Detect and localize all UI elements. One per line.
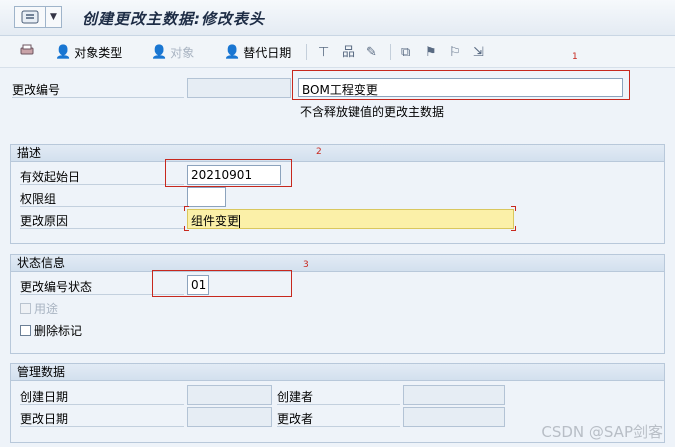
export-icon: ⇲	[473, 44, 484, 60]
created-by-field[interactable]	[403, 385, 505, 405]
flag-icon: ⚑	[425, 44, 437, 60]
usage-label: 用途	[34, 302, 59, 316]
highlight-frame-1	[292, 70, 630, 100]
object-type-label: 对象类型	[74, 45, 123, 60]
created-on-field[interactable]	[187, 385, 272, 405]
annotation-3: 3	[303, 260, 309, 270]
highlight-frame-2	[165, 159, 292, 187]
toolbar-separator	[306, 44, 307, 60]
description-group: 描述	[10, 144, 665, 244]
watermark-text: CSDN @SAP剑客	[541, 423, 663, 441]
label-underline	[12, 97, 184, 98]
annotation-2: 2	[316, 147, 322, 157]
required-marker	[184, 226, 189, 231]
menu-icon	[15, 7, 45, 27]
required-marker	[511, 226, 516, 231]
change-reason-field[interactable]: 组件变更	[187, 209, 514, 229]
changed-by-label: 更改者	[277, 412, 314, 426]
created-on-label: 创建日期	[20, 390, 69, 404]
label-underline	[20, 184, 184, 185]
label-underline	[20, 206, 184, 207]
change-number-label: 更改编号	[12, 83, 61, 97]
edit-icon: ✎	[366, 44, 377, 60]
changed-on-field[interactable]	[187, 407, 272, 427]
title-bar: ▼ 创建更改主数据:修改表头	[0, 0, 675, 36]
created-by-label: 创建者	[277, 390, 314, 404]
toolbar-separator	[390, 44, 391, 60]
change-reason-value: 组件变更	[191, 214, 240, 228]
deletion-flag-label: 删除标记	[34, 324, 83, 338]
object-type-button[interactable]: 👤 对象类型	[55, 43, 122, 61]
object-button: 👤 对象	[151, 43, 194, 61]
copy-icon: ⧉	[401, 44, 411, 60]
export-button[interactable]: ⇲	[473, 43, 484, 61]
label-underline	[20, 228, 184, 229]
person-icon: 👤	[151, 44, 168, 60]
print-button[interactable]	[20, 43, 34, 61]
page-title: 创建更改主数据:修改表头	[82, 10, 265, 28]
alternative-date-label: 替代日期	[243, 45, 292, 60]
admin-group-title: 管理数据	[11, 364, 664, 381]
changed-by-field[interactable]	[403, 407, 505, 427]
changed-on-label: 更改日期	[20, 412, 69, 426]
status-group: 状态信息	[10, 254, 665, 354]
status-label: 更改编号状态	[20, 280, 93, 294]
print-icon	[20, 44, 34, 60]
label-underline	[277, 404, 400, 405]
reason-label: 更改原因	[20, 214, 69, 228]
edit-button[interactable]: ✎	[366, 43, 377, 61]
chevron-down-icon[interactable]: ▼	[46, 7, 61, 27]
flag-button[interactable]: ⚑	[425, 43, 437, 61]
change-number-hint: 不含释放键值的更改主数据	[300, 105, 445, 119]
object-label: 对象	[170, 45, 195, 60]
required-marker	[184, 206, 189, 211]
flag-settings-icon: ⚐	[449, 44, 461, 60]
annotation-1: 1	[572, 52, 578, 62]
hierarchy-icon: 品	[342, 44, 356, 60]
valid-from-label: 有效起始日	[20, 170, 81, 184]
highlight-frame-3	[152, 270, 292, 297]
label-underline	[277, 426, 400, 427]
system-menu-button[interactable]: ▼	[14, 6, 62, 28]
label-underline	[20, 426, 184, 427]
filter-icon: ⊤	[318, 44, 330, 60]
alternative-date-button[interactable]: 👤 替代日期	[224, 43, 291, 61]
label-underline	[20, 404, 184, 405]
person-icon: 👤	[55, 44, 72, 60]
auth-group-field[interactable]	[187, 187, 226, 207]
filter-button[interactable]: ⊤	[318, 43, 329, 61]
usage-checkbox: 用途	[20, 300, 58, 317]
change-number-field[interactable]	[187, 78, 291, 98]
checkbox-box	[20, 303, 31, 314]
person-icon: 👤	[224, 44, 241, 60]
status-group-title: 状态信息	[11, 255, 664, 272]
checkbox-box	[20, 325, 31, 336]
description-group-title: 描述	[11, 145, 664, 162]
flag-settings-button[interactable]: ⚐	[449, 43, 461, 61]
hierarchy-button[interactable]: 品	[342, 43, 355, 61]
deletion-flag-checkbox[interactable]: 删除标记	[20, 322, 82, 339]
auth-group-label: 权限组	[20, 192, 57, 206]
required-marker	[511, 206, 516, 211]
text-cursor	[239, 215, 241, 228]
copy-button[interactable]: ⧉	[401, 43, 410, 61]
